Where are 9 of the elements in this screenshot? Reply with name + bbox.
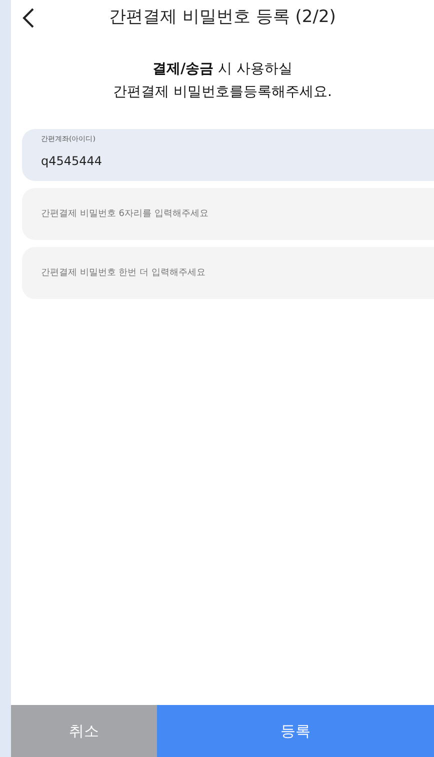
password-field[interactable]: 간편결제 비밀번호 한번 더 입력해주세요 bbox=[22, 247, 434, 299]
register-button[interactable]: 등록 bbox=[157, 705, 434, 757]
instruction-text: 결제/송금 시 사용하실 bbox=[151, 60, 294, 79]
page-title: 간편결제 비밀번호 등록 (2/2) bbox=[108, 6, 337, 30]
password-field[interactable]: 간편결제 비밀번호 6자리를 입력해주세요 bbox=[22, 188, 434, 240]
field-value: q4545444 bbox=[41, 153, 104, 170]
cancel-button[interactable]: 취소 bbox=[11, 705, 157, 757]
instruction-text: 간편결제 비밀번호를등록해주세요. bbox=[112, 83, 333, 102]
back-icon bbox=[21, 7, 35, 29]
